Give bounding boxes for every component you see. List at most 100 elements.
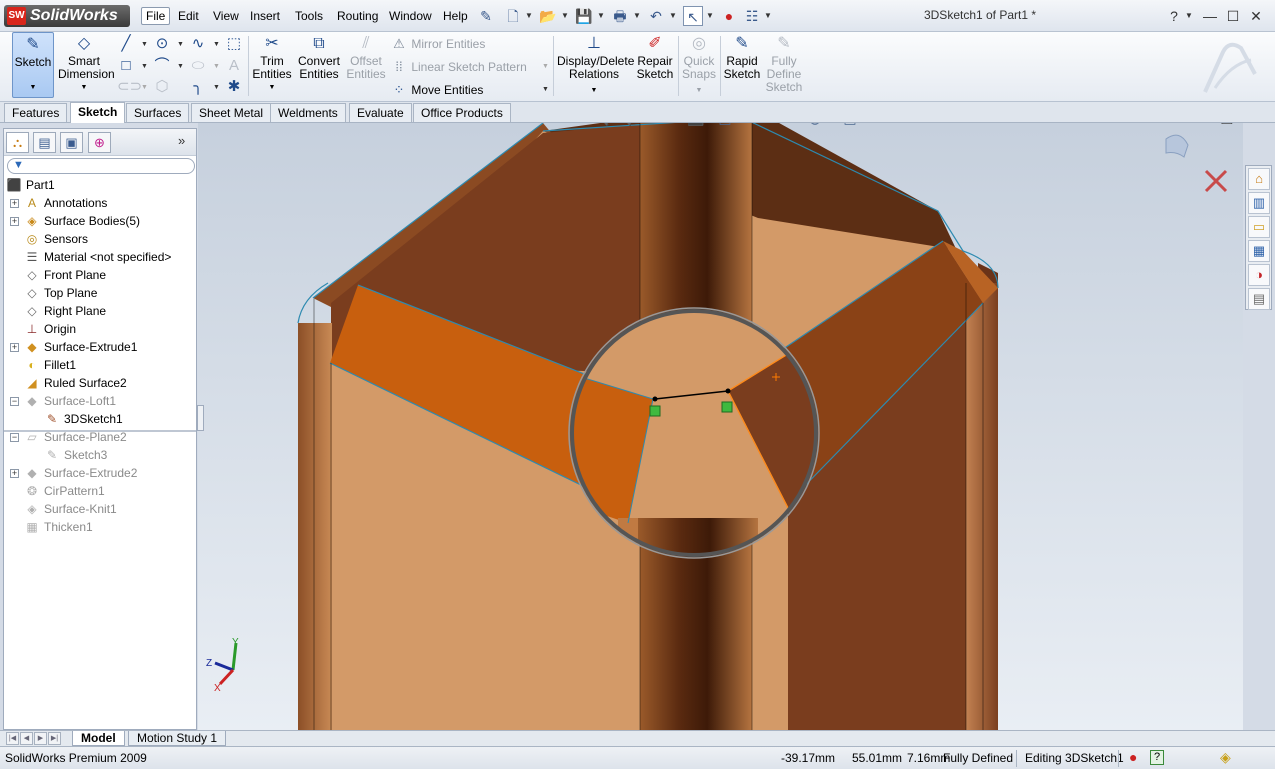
coincident-relation-icon[interactable] — [649, 405, 661, 417]
rectangle-icon[interactable]: □ — [117, 57, 135, 75]
view-palette-icon[interactable]: ▦ — [1248, 240, 1270, 262]
undo-icon[interactable]: ↶ — [646, 6, 666, 26]
open-folder-icon[interactable]: 📂 — [538, 6, 558, 26]
ellipse-icon[interactable]: ⬭ — [189, 57, 207, 75]
slot-dropdown-arrow-icon[interactable]: ▼ — [141, 84, 148, 91]
tree-item-thicken1[interactable]: ▦ Thicken1 — [4, 518, 196, 536]
standard-views-icon[interactable]: ⬛ — [687, 123, 705, 127]
tree-item-top-plane[interactable]: ◇ Top Plane — [4, 284, 196, 302]
undo-dropdown-arrow-icon[interactable]: ▼ — [669, 6, 677, 26]
save-dropdown-arrow-icon[interactable]: ▼ — [597, 6, 605, 26]
tab-sketch[interactable]: Sketch — [70, 102, 126, 123]
linear-sketch-pattern-button[interactable]: ⁞⁞ Linear Sketch Pattern — [390, 57, 526, 77]
print-dropdown-arrow-icon[interactable]: ▼ — [633, 6, 641, 26]
collapse-icon[interactable]: − — [10, 433, 19, 442]
tree-item-surface-extrude2[interactable]: + ◆ Surface-Extrude2 — [4, 464, 196, 482]
circle-icon[interactable]: ⊙ — [153, 35, 171, 53]
menu-edit[interactable]: Edit — [174, 7, 203, 25]
point-icon[interactable]: ✱ — [225, 78, 243, 96]
previous-view-icon[interactable]: ↩ — [638, 123, 656, 127]
expand-icon[interactable]: + — [10, 343, 19, 352]
tab-sheet-metal[interactable]: Sheet Metal — [191, 103, 272, 122]
featuremanager-tree-tab-icon[interactable]: ⛬ — [6, 132, 29, 153]
tree-item-sketch3[interactable]: ✎ Sketch3 — [4, 446, 196, 464]
line-dropdown-arrow-icon[interactable]: ▼ — [141, 41, 148, 48]
tree-item-surface-bodies-5[interactable]: + ◈ Surface Bodies(5) — [4, 212, 196, 230]
graphics-restore-button[interactable]: ❐ — [1218, 123, 1236, 128]
help-icon[interactable]: ? — [1164, 6, 1184, 26]
feature-tree-filter[interactable]: ▼ — [7, 158, 195, 174]
propertymanager-tab-icon[interactable]: ▤ — [33, 132, 56, 153]
zoom-to-area-icon[interactable]: 🔍 — [615, 123, 633, 127]
minimize-button[interactable]: — — [1200, 6, 1220, 26]
tree-item-surface-knit1[interactable]: ◈ Surface-Knit1 — [4, 500, 196, 518]
trim-dropdown-arrow-icon[interactable]: ▼ — [250, 81, 294, 94]
menu-routing[interactable]: Routing — [333, 7, 382, 25]
construction-geometry-icon[interactable]: ⬚ — [225, 35, 243, 53]
arc-dropdown-arrow-icon[interactable]: ▼ — [177, 63, 184, 70]
rebuild-status-icon[interactable]: ● — [1129, 749, 1137, 765]
zoom-to-fit-icon[interactable]: 🔍 — [592, 123, 610, 127]
text-icon[interactable]: A — [225, 57, 243, 75]
move-dropdown-arrow-icon[interactable]: ▼ — [542, 86, 549, 93]
options-dropdown-arrow-icon[interactable]: ▼ — [764, 6, 772, 26]
sketch-dropdown-arrow-icon[interactable]: ▼ — [13, 81, 53, 94]
sketch-fillet-icon[interactable]: ╮ — [189, 78, 207, 96]
hide-show-items-icon[interactable]: ◌ — [751, 123, 769, 127]
tree-item-origin[interactable]: ⊥ Origin — [4, 320, 196, 338]
smart-dimension-button[interactable]: ◇ Smart Dimension ▼ — [58, 35, 115, 94]
first-tab-nav-icon[interactable]: |◀ — [6, 732, 19, 745]
tab-evaluate[interactable]: Evaluate — [349, 103, 412, 122]
menu-tools[interactable]: Tools — [291, 7, 327, 25]
tree-item-ruled-surface2[interactable]: ◢ Ruled Surface2 — [4, 374, 196, 392]
panel-splitter-handle[interactable] — [197, 405, 204, 431]
menu-file[interactable]: File — [141, 7, 171, 25]
menu-view[interactable]: View — [209, 7, 243, 25]
new-document-icon[interactable]: 🗋 — [503, 6, 523, 26]
mirror-entities-button[interactable]: ⚠ Mirror Entities — [390, 34, 485, 54]
sketch-button[interactable]: ✎ Sketch ▼ — [12, 32, 54, 98]
new-dropdown-arrow-icon[interactable]: ▼ — [525, 6, 533, 26]
options-icon[interactable]: ☷ — [742, 6, 762, 26]
polygon-icon[interactable]: ⬡ — [153, 78, 171, 96]
tree-item-surface-extrude1[interactable]: + ◆ Surface-Extrude1 — [4, 338, 196, 356]
part-viewport[interactable]: Y Z X — [198, 123, 1243, 731]
graphics-area[interactable]: Y Z X 🔍 🔍 ↩ ⬛ ▣ ◌ ◕ ◍ ▤ – ❐ ✕ — [198, 123, 1243, 731]
graphics-close-button[interactable]: ✕ — [1241, 123, 1243, 128]
rollback-bar[interactable] — [4, 430, 196, 432]
help-dropdown-arrow-icon[interactable]: ▼ — [1185, 6, 1193, 26]
open-dropdown-arrow-icon[interactable]: ▼ — [561, 6, 569, 26]
convert-entities-button[interactable]: ⧉ Convert Entities — [296, 35, 342, 81]
tree-item-part1[interactable]: ⬛ Part1 — [4, 176, 196, 194]
offset-entities-button[interactable]: ⫽ Offset Entities — [344, 35, 388, 81]
tree-item-surface-loft1[interactable]: − ◆ Surface-Loft1 — [4, 392, 196, 410]
repair-sketch-button[interactable]: ✐ Repair Sketch — [634, 35, 676, 81]
configurationmanager-tab-icon[interactable]: ▣ — [60, 132, 83, 153]
design-library-icon[interactable]: ▥ — [1248, 192, 1270, 214]
appearances-scenes-icon[interactable]: ◑ — [1248, 264, 1270, 286]
pin-menu-icon[interactable]: ✎ — [476, 6, 496, 26]
tree-item-material-not-specified[interactable]: ☰ Material <not specified> — [4, 248, 196, 266]
menu-help[interactable]: Help — [439, 7, 472, 25]
coincident-relation-icon[interactable] — [721, 401, 733, 413]
print-icon[interactable]: 🖶 — [610, 6, 630, 26]
dimxpert-tab-icon[interactable]: ⊕ — [88, 132, 111, 153]
spline-icon[interactable]: ∿ — [189, 35, 207, 53]
view-settings-icon[interactable]: ▤ — [841, 123, 859, 127]
select-cursor-icon[interactable]: ↖ — [683, 6, 703, 26]
file-explorer-icon[interactable]: ▭ — [1248, 216, 1270, 238]
select-dropdown-arrow-icon[interactable]: ▼ — [706, 6, 714, 26]
tree-item-annotations[interactable]: + A Annotations — [4, 194, 196, 212]
quick-snaps-button[interactable]: ◎ Quick Snaps ▼ — [680, 35, 718, 97]
graphics-minimize-button[interactable]: – — [1196, 123, 1214, 128]
tab-weldments[interactable]: Weldments — [270, 103, 346, 122]
trim-entities-button[interactable]: ✂ Trim Entities ▼ — [250, 35, 294, 94]
close-button[interactable]: ✕ — [1246, 6, 1266, 26]
ellipse-dropdown-arrow-icon[interactable]: ▼ — [213, 63, 220, 70]
menu-window[interactable]: Window — [385, 7, 436, 25]
solidworks-logo[interactable]: SW SolidWorks — [4, 5, 130, 27]
display-delete-relations-button[interactable]: ⊥ Display/Delete Relations ▼ — [557, 35, 634, 97]
fillet-dropdown-arrow-icon[interactable]: ▼ — [213, 84, 220, 91]
line-icon[interactable]: ╱ — [117, 35, 135, 53]
tree-item-3dsketch1[interactable]: ✎ 3DSketch1 — [4, 410, 196, 428]
